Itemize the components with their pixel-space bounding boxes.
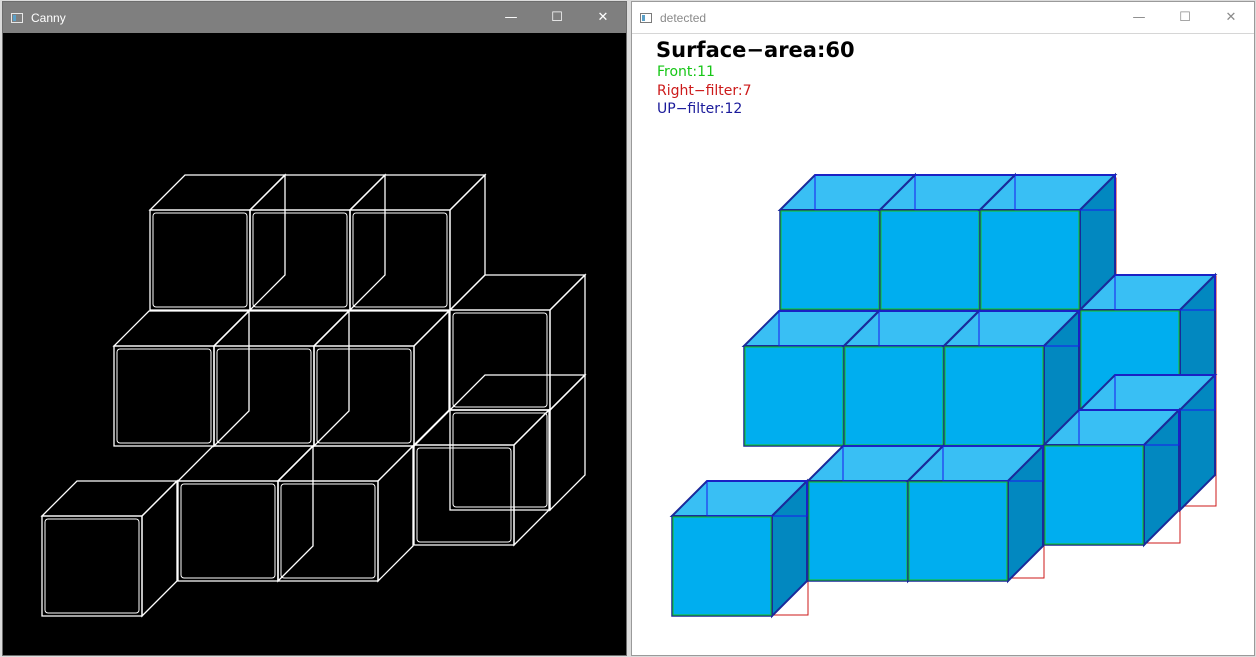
cube-top-edges: [148, 174, 287, 211]
cube-side-edges: [141, 479, 178, 618]
detected-window: detected — ☐ ✕ Surface−area:60 Front:11 …: [631, 1, 1255, 656]
cube-front-edges: [113, 345, 215, 447]
maximize-button[interactable]: ☐: [1162, 2, 1208, 33]
cube-front-face: [879, 209, 981, 311]
canny-window: Canny — ☐ ✕: [2, 1, 627, 656]
surface-area-label: Surface−area:60: [656, 38, 855, 62]
cube: [977, 172, 1118, 313]
cube-front-inner-edge: [152, 212, 248, 308]
app-window-icon: [640, 12, 652, 23]
cube-top-edges: [40, 480, 179, 517]
front-count-label: Front:11: [657, 64, 715, 80]
cube-top-edges: [276, 445, 415, 482]
detected-cubes-image: [669, 172, 1218, 619]
cube-front-face: [943, 345, 1045, 447]
cube-top-edges: [212, 310, 351, 347]
cube-side-edges: [413, 309, 450, 448]
cube-side-edges: [513, 408, 550, 547]
cube-front-face: [843, 345, 945, 447]
cube-front-inner-edge: [416, 447, 512, 543]
cube-front-face: [807, 480, 909, 582]
cube: [448, 373, 587, 512]
cube-side-edges: [377, 444, 414, 583]
canny-edge-image: [40, 173, 587, 618]
cube-front-face: [907, 480, 1009, 582]
up-filter-count-label: UP−filter:12: [657, 101, 743, 117]
cube: [941, 308, 1082, 449]
cube-top-edges: [112, 310, 251, 347]
cube: [669, 478, 810, 619]
cube-side-edges: [549, 373, 586, 512]
cube-front-face: [979, 209, 1081, 311]
app-window-icon: [11, 12, 23, 23]
cube-front-face: [671, 515, 773, 617]
minimize-button[interactable]: —: [1116, 2, 1162, 33]
cube-top-edges: [176, 445, 315, 482]
cube-front-face: [1043, 444, 1145, 546]
cube-top-edges: [312, 310, 451, 347]
cube-front-inner-edge: [116, 348, 212, 444]
cube: [40, 479, 179, 618]
cube: [1041, 407, 1182, 548]
cube-side-edges: [249, 173, 286, 312]
minimize-button[interactable]: —: [488, 2, 534, 33]
cube-top-edges: [248, 174, 387, 211]
cube: [905, 443, 1046, 584]
cube-front-face: [743, 345, 845, 447]
cube-top-edges: [412, 409, 551, 446]
cube-side-edges: [277, 444, 314, 583]
cube-front-inner-edge: [44, 518, 140, 614]
canny-image-area: [3, 33, 626, 655]
detected-titlebar[interactable]: detected — ☐ ✕: [632, 2, 1254, 34]
cube: [412, 408, 551, 547]
cube-front-edges: [41, 515, 143, 617]
right-filter-count-label: Right−filter:7: [657, 83, 752, 99]
cube-side-edges: [313, 309, 350, 448]
cube-top-edges: [348, 174, 487, 211]
maximize-button[interactable]: ☐: [534, 2, 580, 33]
close-button[interactable]: ✕: [1208, 2, 1254, 33]
cube-front-face: [779, 209, 881, 311]
close-button[interactable]: ✕: [580, 2, 626, 33]
cube-front-edges: [149, 209, 251, 311]
cube-top-edges: [448, 374, 587, 411]
cube-front-edges: [177, 480, 279, 582]
canny-titlebar[interactable]: Canny — ☐ ✕: [3, 2, 626, 33]
window-title: Canny: [31, 10, 66, 25]
cube-side-edges: [213, 309, 250, 448]
window-title: detected: [660, 10, 707, 25]
cube-side-edges: [549, 273, 586, 412]
cube-side-edges: [449, 173, 486, 312]
cube-front-inner-edge: [180, 483, 276, 579]
cube-top-edges: [448, 274, 587, 311]
cube-front-inner-edge: [452, 412, 548, 508]
detected-image-area: Surface−area:60 Front:11 Right−filter:7 …: [632, 33, 1254, 655]
cube-front-edges: [449, 409, 551, 511]
cube-side-edges: [349, 173, 386, 312]
cube-front-edges: [413, 444, 515, 546]
